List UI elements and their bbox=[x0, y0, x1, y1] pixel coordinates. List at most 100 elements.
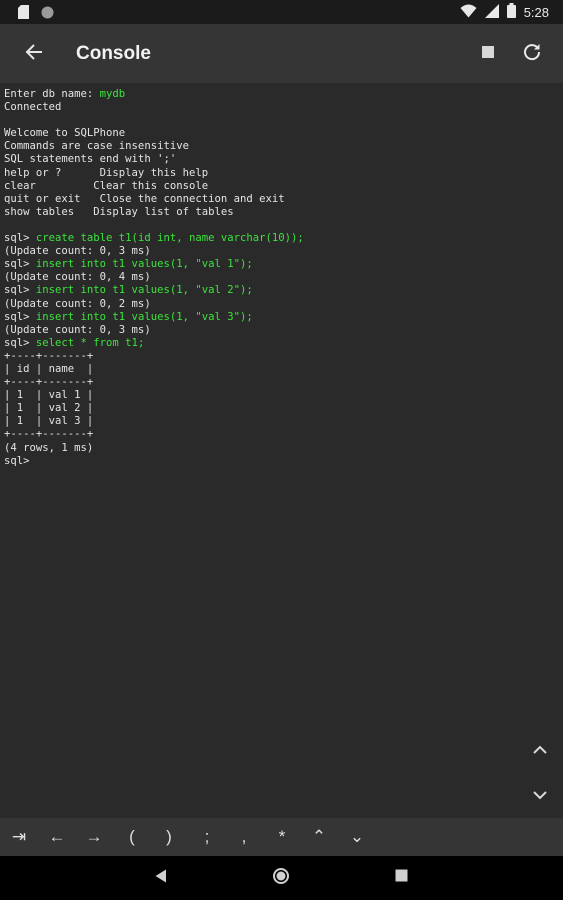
console-line: clear Clear this console bbox=[4, 180, 304, 193]
console-output-text: (Update count: 0, 4 ms) bbox=[4, 271, 151, 284]
console-text: Enter db name: mydb Connected Welcome to S… bbox=[4, 88, 304, 468]
nav-recents-button[interactable] bbox=[387, 864, 415, 892]
stop-icon bbox=[482, 45, 494, 63]
console-line: Welcome to SQLPhone bbox=[4, 127, 304, 140]
console-output-text: sql> bbox=[4, 284, 36, 297]
console-output-text: sql> bbox=[4, 258, 36, 271]
console-command-text: select * from t1; bbox=[35, 336, 145, 349]
console-output-text: quit or exit Close the connection and ex… bbox=[4, 192, 285, 205]
nav-home-button[interactable] bbox=[267, 864, 295, 892]
console-output-text: | 1 | val 1 | bbox=[4, 389, 94, 402]
console-command-text: insert into t1 values(1, "val 1"); bbox=[35, 258, 253, 271]
chevron-up-icon bbox=[533, 741, 547, 759]
navigation-bar bbox=[0, 856, 563, 900]
circle-notification-icon bbox=[41, 6, 54, 24]
console-line: +----+-------+ bbox=[4, 428, 304, 441]
scroll-down-button[interactable] bbox=[526, 782, 554, 810]
app-bar: Console bbox=[0, 24, 563, 83]
console-line: sql> select * from t1; bbox=[4, 337, 304, 350]
console-line: | 1 | val 1 | bbox=[4, 389, 304, 402]
refresh-button[interactable] bbox=[516, 38, 548, 70]
console-line: (Update count: 0, 3 ms) bbox=[4, 245, 304, 258]
special-keys-toolbar: ⇥ ← → ( ) ; , * ⌃ ⌄ bbox=[0, 818, 563, 856]
console-command-text: create table t1(id int, name varchar(10)… bbox=[35, 232, 304, 245]
nav-back-button[interactable] bbox=[147, 864, 175, 892]
console-output-text: (Update count: 0, 2 ms) bbox=[4, 297, 151, 310]
page-title: Console bbox=[76, 43, 151, 64]
console-output-text: sql> bbox=[4, 310, 36, 323]
recents-square-icon bbox=[395, 869, 408, 887]
signal-icon bbox=[484, 3, 499, 23]
console-line: Enter db name: mydb bbox=[4, 88, 304, 101]
console-line: sql> insert into t1 values(1, "val 2"); bbox=[4, 284, 304, 297]
console-output-text: Enter db name: bbox=[4, 88, 100, 100]
console-output-text: (Update count: 0, 3 ms) bbox=[4, 323, 151, 336]
console-output-text: show tables Display list of tables bbox=[4, 205, 234, 218]
console-output-text: Welcome to SQLPhone bbox=[4, 127, 126, 140]
console-line: Connected bbox=[4, 101, 304, 114]
stop-button[interactable] bbox=[472, 40, 504, 68]
wifi-icon bbox=[460, 4, 477, 23]
console-line: help or ? Display this help bbox=[4, 167, 304, 180]
console-output-text: sql> bbox=[4, 454, 30, 467]
console-output-text: help or ? Display this help bbox=[4, 166, 209, 179]
asterisk-key[interactable]: * bbox=[265, 818, 299, 856]
console-output-text: +----+-------+ bbox=[4, 376, 94, 389]
console-line: +----+-------+ bbox=[4, 350, 304, 363]
right-arrow-key[interactable]: → bbox=[77, 818, 111, 856]
console-output-text: Connected bbox=[4, 101, 62, 114]
console-line: sql> insert into t1 values(1, "val 3"); bbox=[4, 311, 304, 324]
console-output-text: sql> bbox=[4, 336, 36, 349]
console-line: show tables Display list of tables bbox=[4, 206, 304, 219]
history-up-key[interactable]: ⌃ bbox=[302, 818, 336, 856]
console-line: (Update count: 0, 2 ms) bbox=[4, 298, 304, 311]
console-output-text: +----+-------+ bbox=[4, 349, 94, 362]
history-down-key[interactable]: ⌄ bbox=[340, 818, 374, 856]
comma-key[interactable]: , bbox=[227, 818, 261, 856]
console-line: | 1 | val 2 | bbox=[4, 402, 304, 415]
console-output-text: | id | name | bbox=[4, 362, 94, 375]
console-output-text: (Update count: 0, 3 ms) bbox=[4, 245, 151, 258]
back-arrow-icon bbox=[25, 43, 43, 66]
chevron-down-icon bbox=[533, 787, 547, 805]
console-output-text: Commands are case insensitive bbox=[4, 140, 189, 153]
console-output-text: clear Clear this console bbox=[4, 179, 209, 192]
console-output-text: | 1 | val 3 | bbox=[4, 415, 94, 428]
console-line: quit or exit Close the connection and ex… bbox=[4, 193, 304, 206]
console-line: sql> bbox=[4, 455, 304, 468]
left-arrow-key[interactable]: ← bbox=[40, 818, 74, 856]
status-time: 5:28 bbox=[523, 5, 549, 20]
console-output-text: | 1 | val 2 | bbox=[4, 402, 94, 415]
status-bar: 5:28 bbox=[0, 0, 563, 24]
console-line: (4 rows, 1 ms) bbox=[4, 442, 304, 455]
console-output-text: sql> bbox=[4, 232, 36, 245]
tab-key[interactable]: ⇥ bbox=[2, 818, 36, 856]
console-line: (Update count: 0, 3 ms) bbox=[4, 324, 304, 337]
console-command-text: insert into t1 values(1, "val 2"); bbox=[35, 284, 253, 297]
sd-card-icon bbox=[18, 5, 29, 24]
console-output[interactable]: Enter db name: mydb Connected Welcome to S… bbox=[0, 84, 563, 818]
console-line: +----+-------+ bbox=[4, 376, 304, 389]
scroll-up-button[interactable] bbox=[526, 736, 554, 764]
status-left bbox=[18, 5, 54, 24]
console-line: (Update count: 0, 4 ms) bbox=[4, 271, 304, 284]
status-right: 5:28 bbox=[460, 3, 549, 23]
battery-icon bbox=[506, 3, 516, 23]
back-button[interactable] bbox=[18, 38, 50, 70]
close-paren-key[interactable]: ) bbox=[152, 818, 186, 856]
semicolon-key[interactable]: ; bbox=[190, 818, 224, 856]
console-output-text: +----+-------+ bbox=[4, 428, 94, 441]
home-circle-icon bbox=[272, 867, 290, 890]
console-command-text: mydb bbox=[99, 88, 126, 100]
console-line: Commands are case insensitive bbox=[4, 140, 304, 153]
console-line: sql> insert into t1 values(1, "val 1"); bbox=[4, 258, 304, 271]
refresh-icon bbox=[523, 43, 541, 66]
console-line: SQL statements end with ';' bbox=[4, 153, 304, 166]
open-paren-key[interactable]: ( bbox=[115, 818, 149, 856]
console-line: | id | name | bbox=[4, 363, 304, 376]
console-output-text: SQL statements end with ';' bbox=[4, 153, 177, 166]
console-line: | 1 | val 3 | bbox=[4, 415, 304, 428]
back-triangle-icon bbox=[155, 869, 167, 888]
